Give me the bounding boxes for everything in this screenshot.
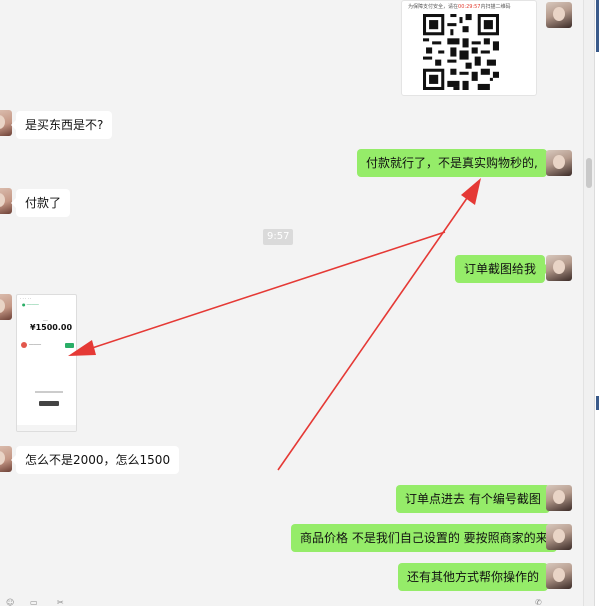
message-incoming[interactable]: 是买东西是不?: [10, 111, 113, 139]
screenshot-merchant: ─────: [29, 342, 42, 347]
screenshot-amount: ¥1500.00: [30, 323, 73, 332]
adjacent-window-accent: [596, 0, 599, 52]
scrollbar-thumb[interactable]: [586, 158, 592, 188]
adjacent-window-edge: [594, 0, 600, 606]
arrowhead-up: [461, 178, 481, 205]
screenshot-green-tag: [65, 343, 74, 348]
adjacent-window-accent: [596, 396, 599, 410]
chat-panel: 为保障支付安全，请在00:29:57内扫描二维码 是买东西是不? 付款就行了，不…: [0, 0, 583, 606]
input-toolbar: [0, 598, 583, 606]
annotation-arrow-to-message: [277, 187, 475, 471]
my-avatar[interactable]: [546, 563, 572, 589]
my-avatar[interactable]: [546, 2, 572, 28]
payment-screenshot-image[interactable]: · · · · · ● ───── ── ¥1500.00 ─────: [16, 294, 77, 432]
screenshot-icon[interactable]: ✂: [57, 598, 64, 606]
my-avatar[interactable]: [546, 150, 572, 176]
message-outgoing[interactable]: 订单截图给我: [455, 255, 551, 283]
my-avatar[interactable]: [546, 255, 572, 281]
screenshot-note: [35, 391, 63, 393]
qr-caption: 为保障支付安全，请在00:29:57内扫描二维码: [408, 4, 511, 10]
screenshot-nav-bar: [17, 425, 76, 431]
message-outgoing[interactable]: 商品价格 不是我们自己设置的 要按照商家的来: [291, 524, 562, 552]
screenshot-header: ● ─────: [22, 302, 39, 307]
message-timestamp: 9:57: [263, 229, 294, 245]
message-incoming[interactable]: 怎么不是2000，怎么1500: [10, 446, 180, 474]
voice-call-icon[interactable]: ✆: [535, 598, 542, 606]
emoji-icon[interactable]: ☺: [6, 598, 14, 606]
message-incoming[interactable]: 付款了: [10, 189, 71, 217]
contact-avatar[interactable]: [0, 294, 12, 320]
merchant-logo-icon: [21, 342, 27, 348]
annotation-arrow-to-screenshot: [79, 231, 446, 353]
folder-icon[interactable]: ▭: [30, 598, 38, 606]
my-avatar[interactable]: [546, 485, 572, 511]
screenshot-status-bar: · · · · ·: [20, 296, 32, 301]
message-outgoing[interactable]: 付款就行了，不是真实购物秒的,: [357, 149, 552, 177]
my-avatar[interactable]: [546, 524, 572, 550]
chat-scrollbar[interactable]: [583, 0, 594, 606]
screenshot-done-button: [39, 401, 59, 406]
message-outgoing[interactable]: 订单点进去 有个编号截图: [396, 485, 555, 513]
qr-code-image: [423, 14, 499, 90]
message-outgoing[interactable]: 还有其他方式帮你操作的: [398, 563, 554, 591]
